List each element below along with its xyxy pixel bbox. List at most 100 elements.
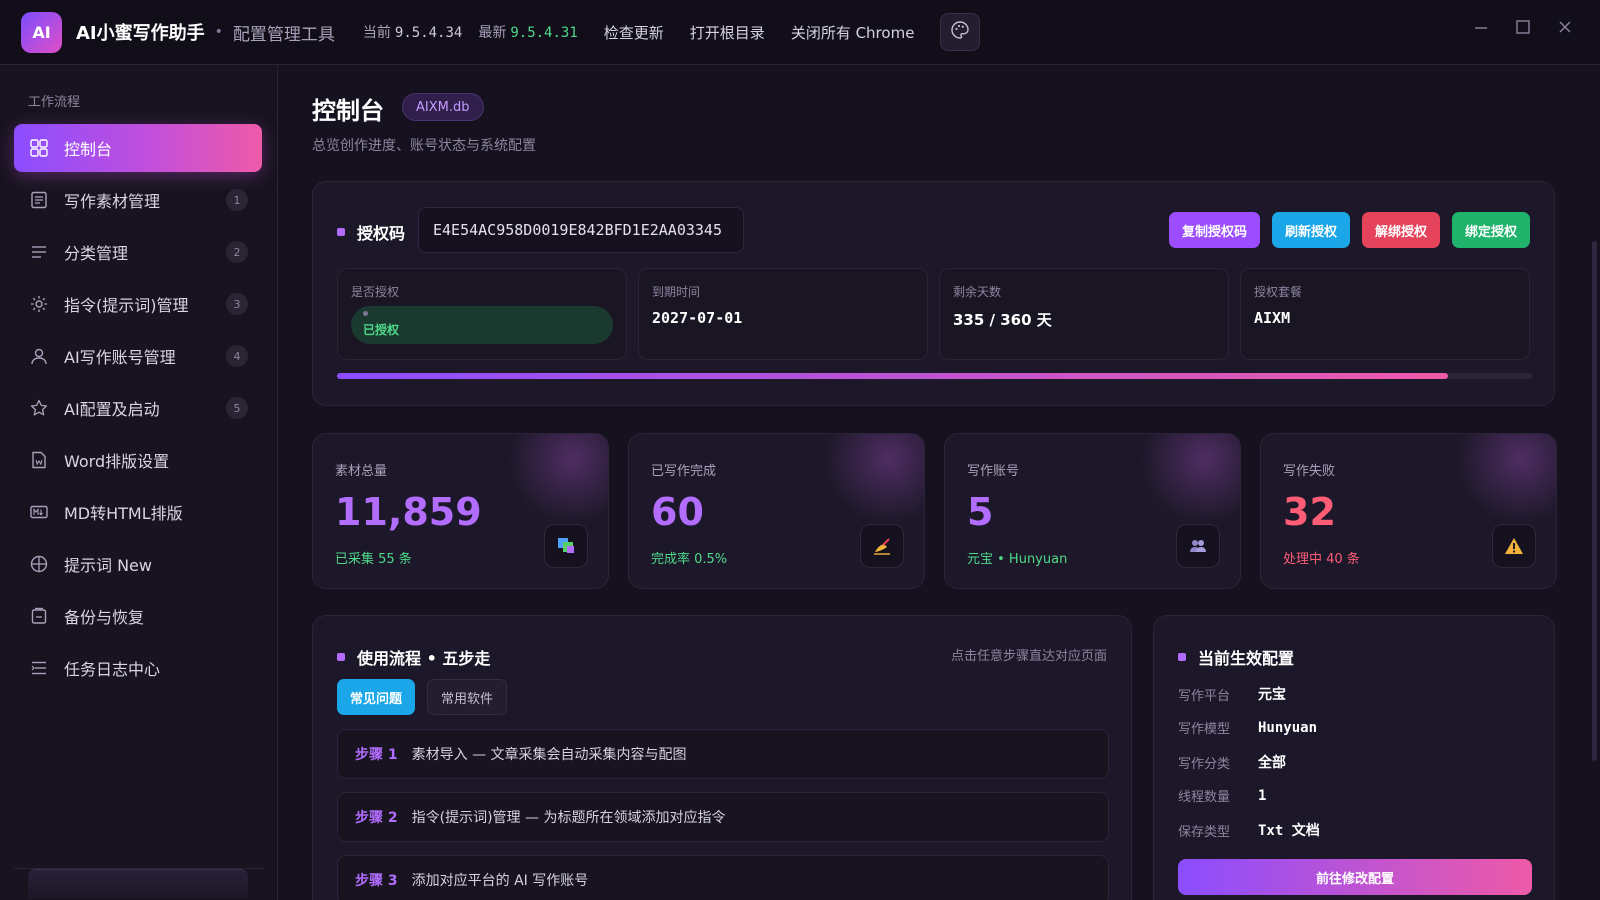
sidebar-item-label: 分类管理	[64, 244, 129, 263]
stat-label: 写作失败	[1283, 464, 1336, 479]
expire-value: 2027-07-01	[652, 309, 743, 327]
title-bar: AI AI小蜜写作助手 • 配置管理工具 当前 9.5.4.34 最新 9.5.4.…	[0, 0, 1600, 65]
step-text: 素材导入 — 文章采集会自动采集内容与配图	[411, 747, 687, 763]
sidebar-item-dashboard[interactable]: 控制台	[14, 124, 262, 172]
workflow-step[interactable]: 步骤 2 指令(提示词)管理 — 为标题所在领域添加对应指令	[337, 792, 1109, 842]
close-icon[interactable]	[1556, 18, 1574, 36]
workflow-title: 使用流程 • 五步走	[357, 649, 491, 668]
app-logo: AI	[21, 11, 62, 53]
bind-license-button[interactable]: 绑定授权	[1451, 212, 1530, 248]
sidebar-item-word-layout[interactable]: Word排版设置	[14, 436, 262, 484]
latest-version: 最新 9.5.4.31	[478, 25, 578, 41]
check-update-link[interactable]: 检查更新	[604, 22, 664, 43]
auth-status-label: 是否授权	[351, 285, 400, 299]
active-config-card: 当前生效配置 写作平台 元宝 写作模型 Hunyuan 写作分类 全部 线程数量…	[1153, 615, 1555, 900]
stat-card-completed: 已写作完成 60 完成率 0.5%	[628, 433, 925, 589]
page-title: 控制台	[312, 97, 384, 125]
license-header: 授权码	[337, 220, 405, 244]
sidebar-item-materials[interactable]: 写作素材管理 1	[14, 176, 262, 224]
stat-sub: 元宝 • Hunyuan	[967, 552, 1068, 567]
auth-status-value: 已授权	[363, 323, 400, 337]
edit-config-button[interactable]: 前往修改配置	[1178, 859, 1532, 895]
sidebar-section-label: 工作流程	[28, 95, 81, 110]
star-icon	[29, 398, 49, 418]
sidebar-item-ai-config[interactable]: AI配置及启动 5	[14, 384, 262, 432]
sidebar-item-badge: 4	[226, 345, 248, 367]
sidebar-item-backup[interactable]: 备份与恢复	[14, 592, 262, 640]
config-value: 全部	[1258, 755, 1286, 771]
license-code[interactable]: E4E54AC958D0019E842BFD1E2AA03345	[418, 207, 744, 253]
stat-label: 已写作完成	[651, 464, 717, 479]
stat-value: 32	[1283, 490, 1336, 534]
workflow-step[interactable]: 步骤 3 添加对应平台的 AI 写作账号	[337, 855, 1109, 900]
close-all-chrome-link[interactable]: 关闭所有 Chrome	[791, 22, 915, 43]
sidebar-item-label: 提示词 New	[64, 556, 152, 575]
log-icon	[29, 658, 49, 678]
page-subtitle: 总览创作进度、账号状态与系统配置	[312, 138, 536, 154]
sidebar-item-label: 任务日志中心	[64, 660, 161, 679]
stat-label: 写作账号	[967, 464, 1020, 479]
plan-box: 授权套餐 AIXM	[1240, 268, 1530, 360]
sidebar-item-prompts[interactable]: 指令(提示词)管理 3	[14, 280, 262, 328]
copy-license-button[interactable]: 复制授权码	[1168, 212, 1260, 248]
config-value: 元宝	[1258, 687, 1286, 703]
config-key: 写作平台	[1178, 688, 1231, 704]
stat-card-materials: 素材总量 11,859 已采集 55 条	[312, 433, 609, 589]
stat-value: 5	[967, 490, 994, 534]
sidebar-item-badge: 2	[226, 241, 248, 263]
step-number: 步骤 3	[355, 873, 398, 889]
file-icon	[29, 450, 49, 470]
step-text: 指令(提示词)管理 — 为标题所在领域添加对应指令	[411, 810, 726, 826]
step-number: 步骤 2	[355, 810, 398, 826]
sidebar-item-badge: 3	[226, 293, 248, 315]
current-version: 当前 9.5.4.34	[362, 25, 463, 41]
config-row: 保存类型 Txt 文档	[1178, 820, 1320, 840]
workflow-card: 使用流程 • 五步走 点击任意步骤直达对应页面 常见问题 常用软件 步骤 1 素…	[312, 615, 1132, 900]
unbind-license-button[interactable]: 解绑授权	[1361, 212, 1440, 248]
config-key: 写作分类	[1178, 756, 1231, 772]
minimize-icon[interactable]	[1472, 18, 1490, 36]
warning-icon	[1492, 524, 1536, 568]
remaining-days-label: 剩余天数	[953, 285, 1002, 299]
step-number: 步骤 1	[355, 747, 398, 763]
list-icon	[29, 242, 49, 262]
refresh-license-button[interactable]: 刷新授权	[1271, 212, 1350, 248]
sidebar-item-task-log[interactable]: 任务日志中心	[14, 644, 262, 692]
sidebar-item-label: 控制台	[64, 140, 113, 159]
license-progress-fill	[337, 373, 1449, 379]
app-subtitle: 配置管理工具	[232, 24, 335, 45]
main-scrollbar[interactable]	[1592, 241, 1597, 761]
sidebar-item-badge: 5	[226, 397, 248, 419]
license-progress-bar	[337, 373, 1532, 379]
sidebar-item-accounts[interactable]: AI写作账号管理 4	[14, 332, 262, 380]
expire-label: 到期时间	[652, 285, 701, 299]
workflow-step[interactable]: 步骤 1 素材导入 — 文章采集会自动采集内容与配图	[337, 729, 1109, 779]
maximize-icon[interactable]	[1514, 18, 1532, 36]
stat-card-failed: 写作失败 32 处理中 40 条	[1260, 433, 1557, 589]
tab-common-software[interactable]: 常用软件	[427, 679, 508, 715]
section-marker	[337, 228, 345, 236]
remaining-days-box: 剩余天数 335 / 360 天	[939, 268, 1229, 360]
theme-button[interactable]	[940, 13, 981, 51]
sidebar: 工作流程 控制台 写作素材管理 1 分类管理 2 指令(提示词)管理 3 AI写…	[0, 65, 278, 900]
remaining-days-value: 335 / 360 天	[953, 311, 1052, 329]
app-name: AI小蜜写作助手	[76, 23, 205, 44]
config-value: Hunyuan	[1258, 719, 1318, 736]
license-card: 授权码 E4E54AC958D0019E842BFD1E2AA03345 复制授…	[312, 181, 1555, 406]
document-icon	[29, 190, 49, 210]
workflow-hint: 点击任意步骤直达对应页面	[950, 649, 1107, 664]
config-value: 1	[1258, 787, 1267, 804]
user-icon	[29, 346, 49, 366]
stat-label: 素材总量	[335, 464, 388, 479]
sidebar-item-prompts-new[interactable]: 提示词 New	[14, 540, 262, 588]
open-root-dir-link[interactable]: 打开根目录	[690, 22, 765, 43]
config-value: Txt 文档	[1258, 823, 1320, 839]
tab-faq[interactable]: 常见问题	[337, 679, 416, 715]
section-marker	[337, 653, 345, 661]
config-key: 写作模型	[1178, 722, 1231, 737]
main-content: 控制台 AIXM.db 总览创作进度、账号状态与系统配置 授权码 E4E54AC…	[279, 65, 1600, 900]
sidebar-item-categories[interactable]: 分类管理 2	[14, 228, 262, 276]
sidebar-item-md-to-html[interactable]: MD转HTML排版	[14, 488, 262, 536]
config-row: 写作分类 全部	[1178, 752, 1286, 772]
section-marker	[1178, 653, 1186, 661]
